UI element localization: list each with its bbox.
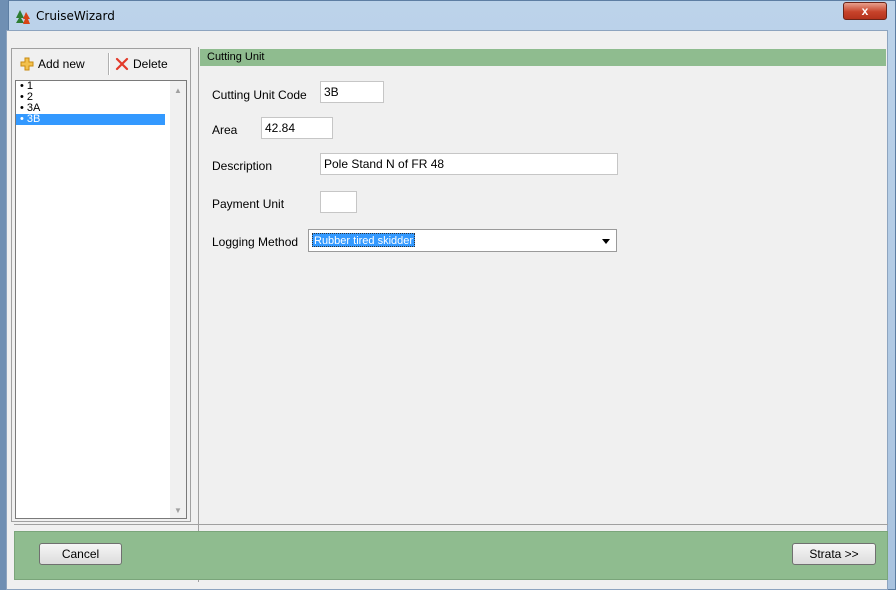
tree-app-icon xyxy=(16,10,30,24)
add-new-label: Add new xyxy=(38,57,85,71)
unit-list-panel: Add new Delete • 1 • 2 • 3A • 3B ▲ ▼ xyxy=(11,48,191,522)
add-plus-icon xyxy=(20,57,34,71)
delete-button[interactable]: Delete xyxy=(115,55,168,73)
payment-unit-label: Payment Unit xyxy=(212,197,285,211)
footer-divider xyxy=(14,524,888,525)
toolbar-separator xyxy=(108,53,110,75)
description-field[interactable]: Pole Stand N of FR 48 xyxy=(320,153,618,175)
cutting-unit-code-label: Cutting Unit Code xyxy=(212,88,307,102)
cutting-unit-list[interactable]: • 1 • 2 • 3A • 3B ▲ ▼ xyxy=(15,80,187,519)
logging-method-label: Logging Method xyxy=(212,235,299,249)
scroll-down-arrow-icon[interactable]: ▼ xyxy=(174,506,182,515)
strata-next-button[interactable]: Strata >> xyxy=(792,543,876,565)
list-item[interactable]: • 1 xyxy=(16,81,165,92)
panel-header: Cutting Unit xyxy=(200,49,886,66)
cancel-button[interactable]: Cancel xyxy=(39,543,122,565)
payment-unit-field[interactable] xyxy=(320,191,357,213)
splitter[interactable] xyxy=(198,47,199,582)
delete-x-icon xyxy=(115,57,129,71)
list-item-selected[interactable]: • 3B xyxy=(16,114,165,125)
logging-method-dropdown[interactable]: Rubber tired skidder xyxy=(308,229,617,252)
list-toolbar: Add new Delete xyxy=(12,49,190,79)
delete-label: Delete xyxy=(133,57,168,71)
cutting-unit-code-field[interactable]: 3B xyxy=(320,81,384,103)
area-field[interactable]: 42.84 xyxy=(261,117,333,139)
title-bar[interactable]: CruiseWizard x xyxy=(9,1,895,31)
footer-bar: Cancel Strata >> xyxy=(14,531,888,580)
dropdown-arrow-icon[interactable] xyxy=(602,239,610,244)
add-new-button[interactable]: Add new xyxy=(20,55,85,73)
scroll-up-arrow-icon[interactable]: ▲ xyxy=(174,86,182,95)
description-label: Description xyxy=(212,159,273,173)
area-label: Area xyxy=(212,123,238,137)
close-button[interactable]: x xyxy=(843,2,887,20)
logging-method-value: Rubber tired skidder xyxy=(312,233,416,247)
list-scrollbar[interactable]: ▲ ▼ xyxy=(170,81,186,518)
window-title: CruiseWizard xyxy=(36,9,115,23)
